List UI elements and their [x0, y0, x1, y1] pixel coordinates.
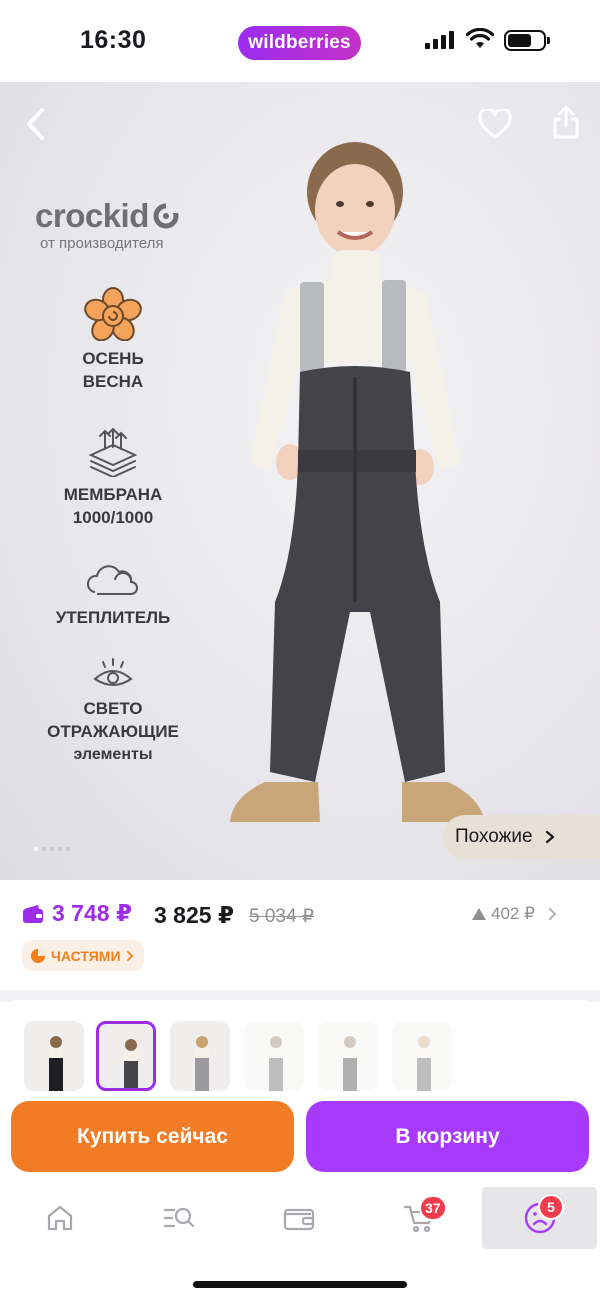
cart-count-badge: 37: [419, 1195, 447, 1221]
regular-price: 3 825 ₽: [154, 902, 234, 928]
price-card: [0, 880, 600, 990]
cloud-icon: [86, 565, 138, 595]
triangle-up-icon: [472, 908, 486, 920]
variant-thumb-unavailable[interactable]: [392, 1021, 452, 1091]
flower-icon: [84, 287, 142, 341]
membrane-icon: [88, 427, 138, 477]
feature-insulation: УТЕПЛИТЕЛЬ: [28, 560, 198, 629]
tab-cart[interactable]: 37: [362, 1187, 476, 1249]
battery-icon: [504, 30, 550, 51]
home-indicator: [193, 1281, 407, 1288]
brand-mark-icon: [153, 203, 179, 229]
variant-thumb[interactable]: [170, 1021, 230, 1091]
product-photo: [230, 142, 485, 822]
wallet-price-value: 3 748 ₽: [52, 900, 132, 926]
chevron-right-icon: [126, 950, 133, 961]
brand-subtitle: от производителя: [40, 235, 164, 252]
variant-thumb[interactable]: [24, 1021, 84, 1091]
feature-reflective: СВЕТО ОТРАЖАЮЩИЕ элементы: [28, 657, 198, 766]
similar-label: Похожие: [455, 826, 533, 847]
wallet-icon: [23, 904, 43, 923]
pie-clock-icon: [31, 948, 45, 963]
catalog-search-icon: [163, 1207, 195, 1228]
feature-reflective-line2: ОТРАЖАЮЩИЕ: [47, 722, 179, 741]
wifi-icon: [466, 28, 494, 48]
feature-insulation-line1: УТЕПЛИТЕЛЬ: [55, 608, 171, 627]
signal-icon: [425, 31, 454, 49]
feature-season-line1: ОСЕНЬ: [82, 349, 144, 368]
chevron-right-icon: [545, 830, 554, 844]
old-price: 5 034 ₽: [249, 906, 314, 927]
price-drop-value: 402 ₽: [491, 904, 535, 923]
tab-profile[interactable]: 5: [482, 1187, 597, 1249]
status-time: 16:30: [80, 26, 147, 54]
chevron-right-icon: [548, 908, 557, 920]
back-arrow-icon[interactable]: [22, 106, 50, 142]
brand-logo: crockid: [35, 197, 179, 235]
feature-reflective-line3: элементы: [73, 746, 153, 763]
feature-membrane-line2: 1000/1000: [72, 508, 154, 527]
variant-thumb-selected[interactable]: [96, 1021, 156, 1091]
feature-reflective-line1: СВЕТО: [83, 699, 143, 718]
wildberries-badge[interactable]: wildberries: [238, 26, 361, 60]
similar-products-button[interactable]: Похожие: [443, 815, 600, 859]
tab-home[interactable]: [3, 1187, 117, 1249]
variant-thumb-unavailable[interactable]: [244, 1021, 304, 1091]
share-icon[interactable]: [551, 104, 581, 140]
feature-season-line2: ВЕСНА: [82, 372, 144, 391]
tab-wallet[interactable]: [242, 1187, 356, 1249]
wallet-icon: [283, 1208, 315, 1231]
tab-catalog[interactable]: [122, 1187, 236, 1249]
wallet-price[interactable]: 3 748 ₽: [22, 900, 132, 927]
home-icon: [47, 1205, 73, 1231]
feature-membrane: МЕМБРАНА 1000/1000: [28, 427, 198, 529]
price-history-link[interactable]: 402 ₽: [472, 904, 557, 924]
profile-notification-badge: 5: [538, 1194, 564, 1220]
installments-button[interactable]: ЧАСТЯМИ: [22, 940, 144, 971]
feature-membrane-line1: МЕМБРАНА: [63, 485, 163, 504]
buy-now-button[interactable]: Купить сейчас: [11, 1101, 294, 1172]
gallery-dots: [34, 847, 70, 851]
installments-label: ЧАСТЯМИ: [51, 947, 121, 964]
eye-icon: [93, 658, 133, 686]
variant-thumb-unavailable[interactable]: [318, 1021, 378, 1091]
product-hero-image[interactable]: crockid от производителя ОСЕНЬ ВЕСНА МЕМ…: [0, 82, 600, 880]
add-to-cart-button[interactable]: В корзину: [306, 1101, 589, 1172]
feature-season: ОСЕНЬ ВЕСНА: [28, 287, 198, 393]
status-bar: 16:30 wildberries: [0, 0, 600, 82]
